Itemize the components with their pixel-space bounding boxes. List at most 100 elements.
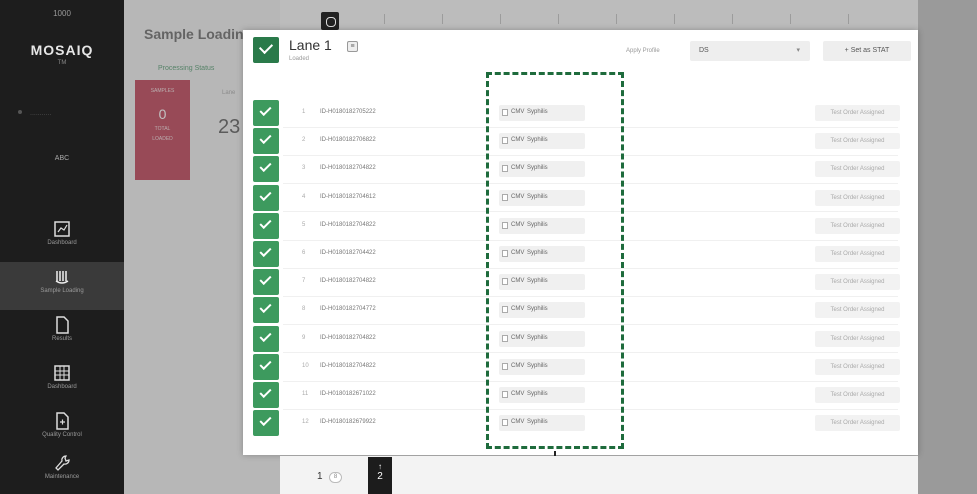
row-checkbox[interactable] (253, 382, 279, 408)
test-order-status[interactable]: Test Order Assigned (815, 387, 900, 403)
sidebar-faint-item[interactable]: ........... (30, 110, 51, 117)
panel-tags[interactable]: CMV Syphilis (499, 217, 585, 234)
panel-tags[interactable]: CMV Syphilis (499, 189, 585, 206)
sample-row[interactable]: 2 ID-H0180182706822 CMV Syphilis Test Order … (253, 128, 908, 155)
panel-checkbox[interactable] (502, 165, 508, 173)
tag-syphilis: Syphilis (527, 109, 548, 115)
row-number: 1 (302, 109, 306, 115)
page-1-badge: 8 (329, 472, 342, 483)
sample-row[interactable]: 8 ID-H0180182704772 CMV Syphilis Test Order … (253, 297, 908, 324)
row-checkbox[interactable] (253, 269, 279, 296)
row-checkbox[interactable] (253, 297, 279, 324)
test-order-status[interactable]: Test Order Assigned (815, 161, 900, 178)
sample-row[interactable]: 3 ID-H0180182704822 CMV Syphilis Test Order … (253, 156, 908, 183)
ruler-marker-icon[interactable] (321, 12, 339, 30)
test-order-status[interactable]: Test Order Assigned (815, 133, 900, 150)
panel-checkbox[interactable] (502, 334, 508, 342)
test-order-status[interactable]: Test Order Assigned (815, 274, 900, 291)
sample-row[interactable]: 1 ID-H0180182705222 CMV Syphilis Test Order … (253, 100, 908, 126)
nav-dashboard-grid[interactable]: Dashboard (0, 358, 124, 406)
row-checkbox[interactable] (253, 128, 279, 155)
test-order-status[interactable]: Test Order Assigned (815, 415, 900, 432)
test-order-status[interactable]: Test Order Assigned (815, 330, 900, 347)
panel-checkbox[interactable] (502, 137, 508, 145)
tag-cmv: CMV (511, 165, 525, 172)
panel-checkbox[interactable] (502, 306, 508, 314)
tag-cmv: CMV (511, 250, 525, 256)
test-order-status[interactable]: Test Order Assigned (815, 246, 900, 262)
panel-checkbox[interactable] (502, 221, 508, 229)
tag-syphilis: Syphilis (527, 193, 548, 200)
sample-row[interactable]: 7 ID-H0180182704822 CMV Syphilis Test Order … (253, 269, 908, 296)
nav-maintenance[interactable]: Maintenance (0, 448, 124, 494)
row-checkbox[interactable] (253, 156, 279, 183)
tag-cmv: CMV (511, 306, 525, 313)
test-order-status[interactable]: Test Order Assigned (815, 358, 900, 375)
row-checkbox[interactable] (253, 353, 279, 380)
panel-tags[interactable]: CMV Syphilis (499, 330, 585, 347)
lane-menu-button[interactable]: ≡ (347, 41, 358, 52)
sample-id: ID-H0180182704772 (320, 306, 376, 313)
panel-checkbox[interactable] (502, 391, 508, 398)
sample-row[interactable]: 5 ID-H0180182704822 CMV Syphilis Test Order … (253, 212, 908, 239)
panel-checkbox[interactable] (502, 419, 508, 427)
arrow-up-icon: ↑ (378, 462, 382, 471)
page-2-button[interactable]: ↑ 2 (368, 457, 392, 494)
dashboard-grid-icon (54, 365, 70, 381)
panel-checkbox[interactable] (502, 278, 508, 286)
row-number: 12 (302, 419, 309, 426)
apply-profile-select[interactable]: DS ▾ (690, 41, 810, 61)
sample-row[interactable]: 10 ID-H0180182704822 CMV Syphilis Test Order… (253, 353, 908, 380)
test-order-status[interactable]: Test Order Assigned (815, 217, 900, 234)
nav-sample-loading-label: Sample Loading (40, 288, 84, 294)
panel-tags[interactable]: CMV Syphilis (499, 274, 585, 291)
sample-id: ID-H0180182704822 (320, 334, 376, 341)
nav-sample-loading[interactable]: Sample Loading (0, 262, 124, 310)
row-checkbox[interactable] (253, 100, 279, 126)
nav-results[interactable]: Results (0, 310, 124, 358)
tag-syphilis: Syphilis (527, 137, 548, 144)
tag-cmv: CMV (511, 391, 525, 397)
panel-checkbox[interactable] (502, 109, 508, 116)
panel-tags[interactable]: CMV Syphilis (499, 105, 585, 121)
check-icon (259, 103, 272, 117)
user-label[interactable]: ABC (0, 155, 124, 162)
tag-syphilis: Syphilis (527, 278, 548, 285)
row-checkbox[interactable] (253, 410, 279, 437)
panel-checkbox[interactable] (502, 250, 508, 257)
panel-tags[interactable]: CMV Syphilis (499, 133, 585, 150)
row-checkbox[interactable] (253, 184, 279, 211)
set-as-stat-button[interactable]: + Set as STAT (823, 41, 911, 61)
test-order-status[interactable]: Test Order Assigned (815, 105, 900, 121)
sample-id: ID-H0180182704612 (320, 193, 376, 200)
row-checkbox[interactable] (253, 212, 279, 239)
select-all-checkbox[interactable] (253, 37, 279, 63)
nav-dashboard[interactable]: Dashboard (0, 214, 124, 262)
test-order-status[interactable]: Test Order Assigned (815, 189, 900, 206)
panel-tags[interactable]: CMV Syphilis (499, 387, 585, 403)
panel-tags[interactable]: CMV Syphilis (499, 161, 585, 178)
panel-tags[interactable]: CMV Syphilis (499, 246, 585, 262)
nav-quality-control[interactable]: Quality Control (0, 406, 124, 454)
tag-syphilis: Syphilis (527, 334, 548, 341)
page-1-button[interactable]: 1 (317, 471, 323, 482)
sample-row[interactable]: 12 ID-H0180182679922 CMV Syphilis Test Order… (253, 410, 908, 437)
panel-checkbox[interactable] (502, 193, 508, 201)
check-icon (259, 244, 272, 258)
apply-profile-value: DS (699, 47, 709, 54)
sample-row[interactable]: 4 ID-H0180182704612 CMV Syphilis Test Order … (253, 184, 908, 211)
panel-tags[interactable]: CMV Syphilis (499, 415, 585, 432)
panel-checkbox[interactable] (502, 362, 508, 370)
panel-tags[interactable]: CMV Syphilis (499, 358, 585, 375)
row-number: 2 (302, 137, 306, 144)
test-order-status[interactable]: Test Order Assigned (815, 302, 900, 319)
sample-row[interactable]: 11 ID-H0180182671022 CMV Syphilis Test Order… (253, 382, 908, 408)
sample-row[interactable]: 6 ID-H0180182704422 CMV Syphilis Test Order … (253, 241, 908, 267)
sample-row[interactable]: 9 ID-H0180182704822 CMV Syphilis Test Order … (253, 325, 908, 352)
check-icon (259, 385, 272, 399)
row-checkbox[interactable] (253, 325, 279, 352)
tag-cmv: CMV (511, 334, 525, 341)
row-number: 8 (302, 306, 306, 313)
row-checkbox[interactable] (253, 241, 279, 267)
panel-tags[interactable]: CMV Syphilis (499, 302, 585, 319)
